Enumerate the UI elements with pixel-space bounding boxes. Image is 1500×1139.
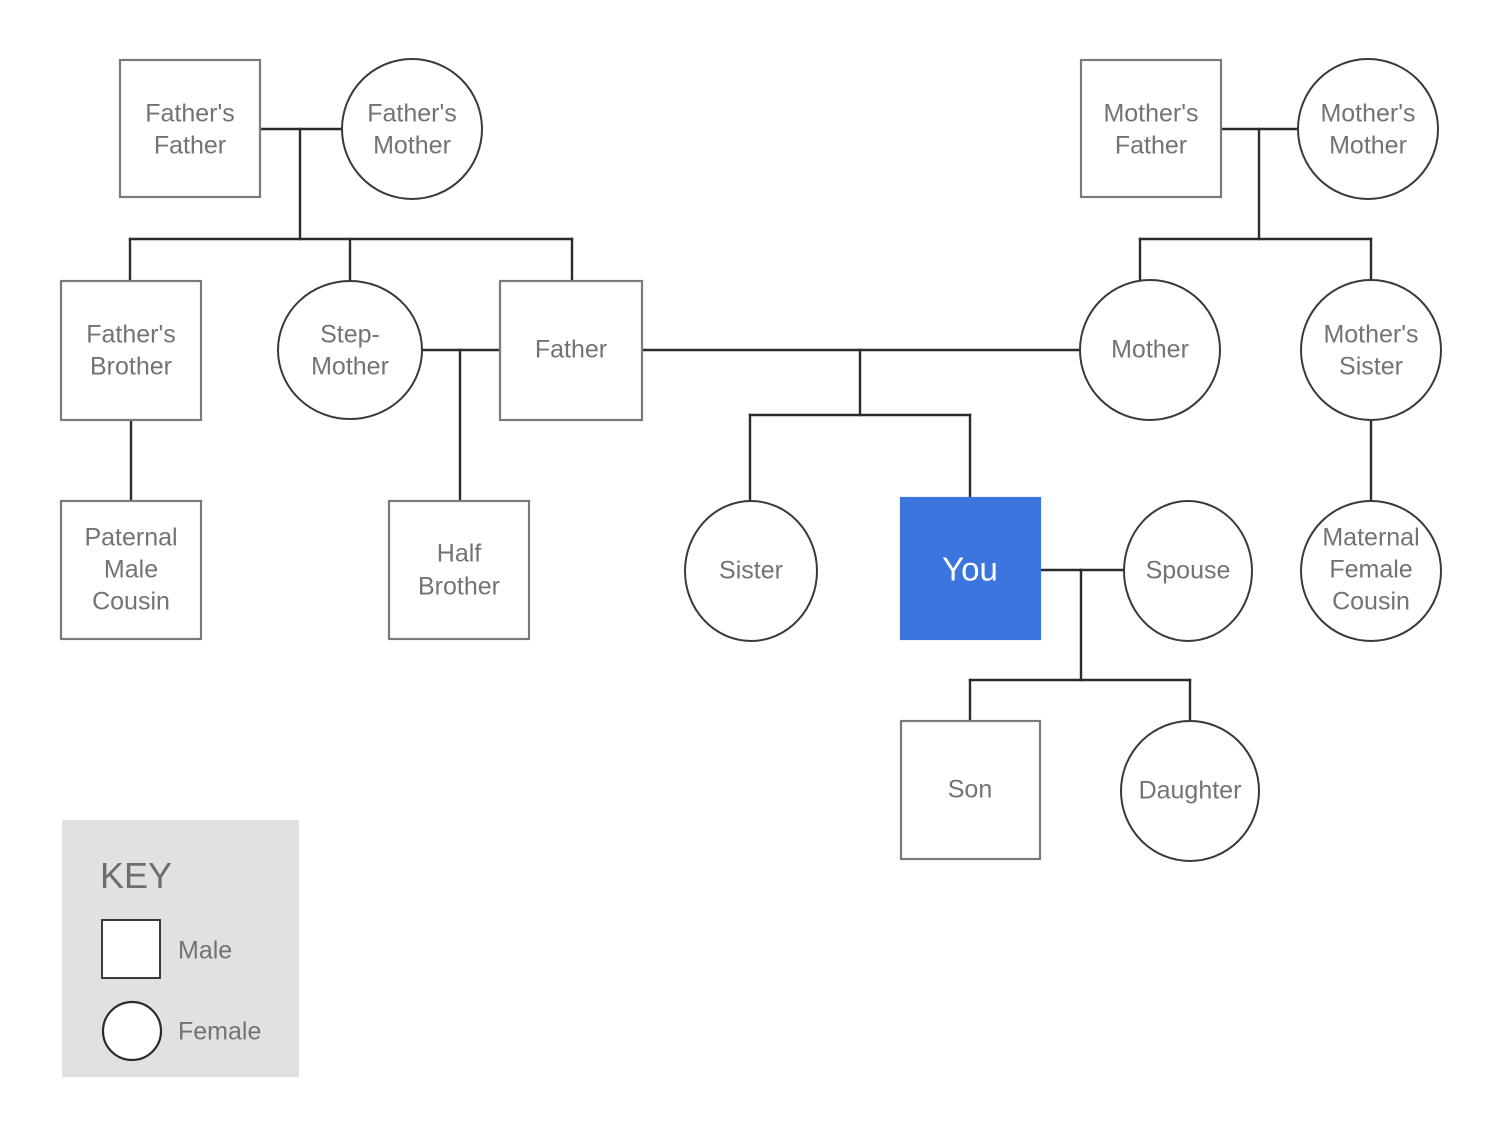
fathers-mother-label-line1: Father's [367,100,457,128]
half-brother-label-line1: Half [437,540,482,568]
key-male-square-icon [101,919,161,979]
mothers-father-shape[interactable] [1079,58,1223,199]
fathers-brother-label-line1: Father's [86,321,176,349]
mothers-mother-label-line2: Mother [1329,132,1407,160]
mothers-sister-shape[interactable] [1300,279,1442,421]
fathers-father-shape[interactable] [118,58,262,199]
node-paternal-male-cousin[interactable]: Paternal Male Cousin [59,499,203,641]
son-label: Son [948,776,992,804]
fathers-father-label-line2: Father [154,132,226,160]
node-fathers-mother[interactable]: Father's Mother [341,58,483,200]
key-female-label: Female [178,1018,261,1046]
mothers-mother-label-line1: Mother's [1320,100,1415,128]
genogram-canvas: Father's Father Father's Mother Mother's… [0,0,1500,1139]
key-title: KEY [100,855,172,896]
node-daughter[interactable]: Daughter [1120,720,1260,862]
maternal-female-cousin-label-line2: Female [1329,556,1412,584]
spouse-label: Spouse [1146,557,1231,585]
paternal-male-cousin-label-line1: Paternal [84,524,177,552]
node-maternal-female-cousin[interactable]: Maternal Female Cousin [1300,500,1442,642]
mothers-father-label-line1: Mother's [1103,100,1198,128]
mothers-father-label-line2: Father [1115,132,1187,160]
key-legend: KEY Male Female [62,820,299,1077]
step-mother-shape[interactable] [277,280,423,420]
half-brother-shape[interactable] [387,499,531,641]
fathers-father-label-line1: Father's [145,100,235,128]
fathers-mother-label-line2: Mother [373,132,451,160]
maternal-female-cousin-label-line1: Maternal [1322,524,1419,552]
node-mother[interactable]: Mother [1079,279,1221,421]
step-mother-label-line1: Step- [320,321,380,349]
paternal-male-cousin-label-line3: Cousin [92,588,170,616]
father-label: Father [535,336,607,364]
step-mother-label-line2: Mother [311,353,389,381]
paternal-male-cousin-label-line2: Male [104,556,158,584]
node-you[interactable]: You [899,496,1042,641]
key-male-label: Male [178,937,232,965]
half-brother-label-line2: Brother [418,573,500,601]
node-fathers-father[interactable]: Father's Father [118,58,262,199]
maternal-female-cousin-label-line3: Cousin [1332,588,1410,616]
mothers-sister-label-line1: Mother's [1323,321,1418,349]
node-mothers-father[interactable]: Mother's Father [1079,58,1223,199]
mothers-sister-label-line2: Sister [1339,353,1403,381]
node-sister[interactable]: Sister [684,500,818,642]
key-female-circle-icon [101,1000,163,1062]
mothers-mother-shape[interactable] [1297,58,1439,200]
node-step-mother[interactable]: Step- Mother [277,280,423,420]
node-mothers-mother[interactable]: Mother's Mother [1297,58,1439,200]
node-spouse[interactable]: Spouse [1123,500,1253,642]
node-half-brother[interactable]: Half Brother [387,499,531,641]
node-mothers-sister[interactable]: Mother's Sister [1300,279,1442,421]
node-fathers-brother[interactable]: Father's Brother [59,279,203,422]
fathers-brother-shape[interactable] [59,279,203,422]
node-father[interactable]: Father [498,279,644,422]
mother-label: Mother [1111,336,1189,364]
you-label: You [942,551,998,588]
fathers-brother-label-line2: Brother [90,353,172,381]
daughter-label: Daughter [1139,777,1242,805]
sister-label: Sister [719,557,783,585]
genogram-diagram: Father's Father Father's Mother Mother's… [59,58,1442,1077]
node-son[interactable]: Son [899,719,1042,861]
fathers-mother-shape[interactable] [341,58,483,200]
